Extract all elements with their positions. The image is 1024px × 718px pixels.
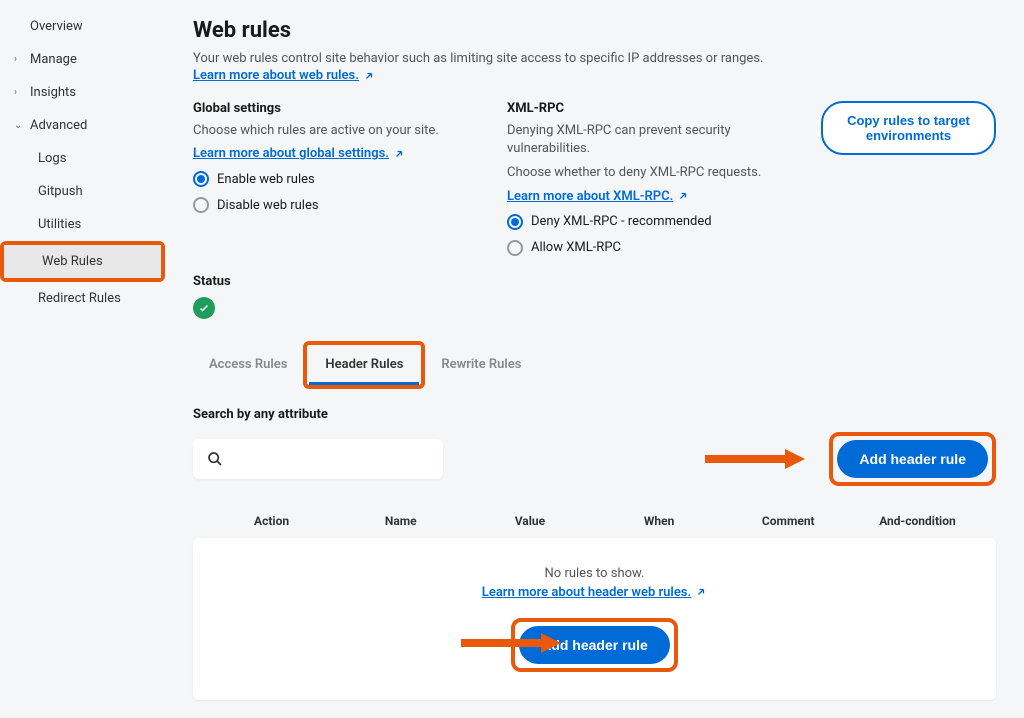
table-header-row: Action Name Value When Comment And-condi… — [193, 504, 996, 538]
chevron-right-icon: › — [14, 87, 24, 98]
col-comment: Comment — [724, 514, 853, 528]
sidebar-item-logs[interactable]: Logs — [0, 142, 165, 175]
col-value: Value — [465, 514, 594, 528]
copy-rules-button[interactable]: Copy rules to target environments — [821, 101, 996, 155]
search-icon — [207, 451, 223, 467]
radio-deny-xmlrpc[interactable]: Deny XML-RPC - recommended — [507, 214, 797, 230]
page-description: Your web rules control site behavior suc… — [193, 51, 996, 66]
tab-access-rules[interactable]: Access Rules — [193, 347, 303, 382]
status-section: Status — [193, 274, 996, 319]
sidebar-item-manage[interactable]: ›Manage — [0, 43, 165, 76]
global-settings-section: Global settings Choose which rules are a… — [193, 101, 483, 213]
page-title: Web rules — [193, 18, 996, 43]
search-label: Search by any attribute — [193, 407, 996, 422]
col-name: Name — [336, 514, 465, 528]
annotation-arrow — [459, 447, 813, 471]
sidebar-item-web-rules[interactable]: Web Rules — [4, 245, 161, 278]
col-and-condition: And-condition — [853, 514, 982, 528]
rules-tabs: Access Rules Header Rules Rewrite Rules — [193, 341, 996, 389]
learn-more-xmlrpc-link[interactable]: Learn more about XML-RPC. — [507, 189, 689, 204]
learn-more-web-rules-link[interactable]: Learn more about web rules. — [193, 68, 375, 83]
chevron-right-icon: › — [14, 54, 24, 65]
xmlrpc-section: XML-RPC Denying XML-RPC can prevent secu… — [507, 101, 797, 256]
radio-icon — [507, 214, 523, 230]
annotation-highlight: Header Rules — [303, 341, 425, 389]
learn-more-global-settings-link[interactable]: Learn more about global settings. — [193, 146, 405, 161]
sidebar: Overview ›Manage ›Insights ⌄Advanced Log… — [0, 0, 165, 718]
main-content: Web rules Your web rules control site be… — [165, 0, 1024, 718]
sidebar-item-overview[interactable]: Overview — [0, 10, 165, 43]
sidebar-item-utilities[interactable]: Utilities — [0, 208, 165, 241]
status-ok-icon — [193, 297, 215, 319]
table-empty-state: No rules to show. Learn more about heade… — [193, 538, 996, 700]
tab-rewrite-rules[interactable]: Rewrite Rules — [425, 347, 537, 382]
annotation-highlight: Web Rules — [0, 241, 165, 282]
radio-icon — [193, 197, 209, 213]
external-link-icon — [695, 586, 707, 598]
annotation-arrow — [461, 631, 561, 659]
external-link-icon — [363, 70, 375, 82]
radio-enable-web-rules[interactable]: Enable web rules — [193, 171, 483, 187]
rules-table: Action Name Value When Comment And-condi… — [193, 504, 996, 700]
external-link-icon — [393, 148, 405, 160]
chevron-down-icon: ⌄ — [14, 120, 24, 131]
search-input[interactable] — [193, 439, 443, 479]
sidebar-item-gitpush[interactable]: Gitpush — [0, 175, 165, 208]
tab-header-rules[interactable]: Header Rules — [309, 347, 419, 385]
add-header-rule-button[interactable]: Add header rule — [837, 440, 988, 478]
radio-icon — [507, 240, 523, 256]
sidebar-item-redirect-rules[interactable]: Redirect Rules — [0, 282, 165, 315]
col-when: When — [595, 514, 724, 528]
sidebar-item-insights[interactable]: ›Insights — [0, 76, 165, 109]
learn-more-header-rules-link[interactable]: Learn more about header web rules. — [482, 585, 707, 600]
radio-allow-xmlrpc[interactable]: Allow XML-RPC — [507, 240, 797, 256]
sidebar-item-advanced[interactable]: ⌄Advanced — [0, 109, 165, 142]
radio-disable-web-rules[interactable]: Disable web rules — [193, 197, 483, 213]
annotation-highlight: Add header rule — [829, 432, 996, 486]
col-action: Action — [207, 514, 336, 528]
external-link-icon — [677, 190, 689, 202]
radio-icon — [193, 171, 209, 187]
